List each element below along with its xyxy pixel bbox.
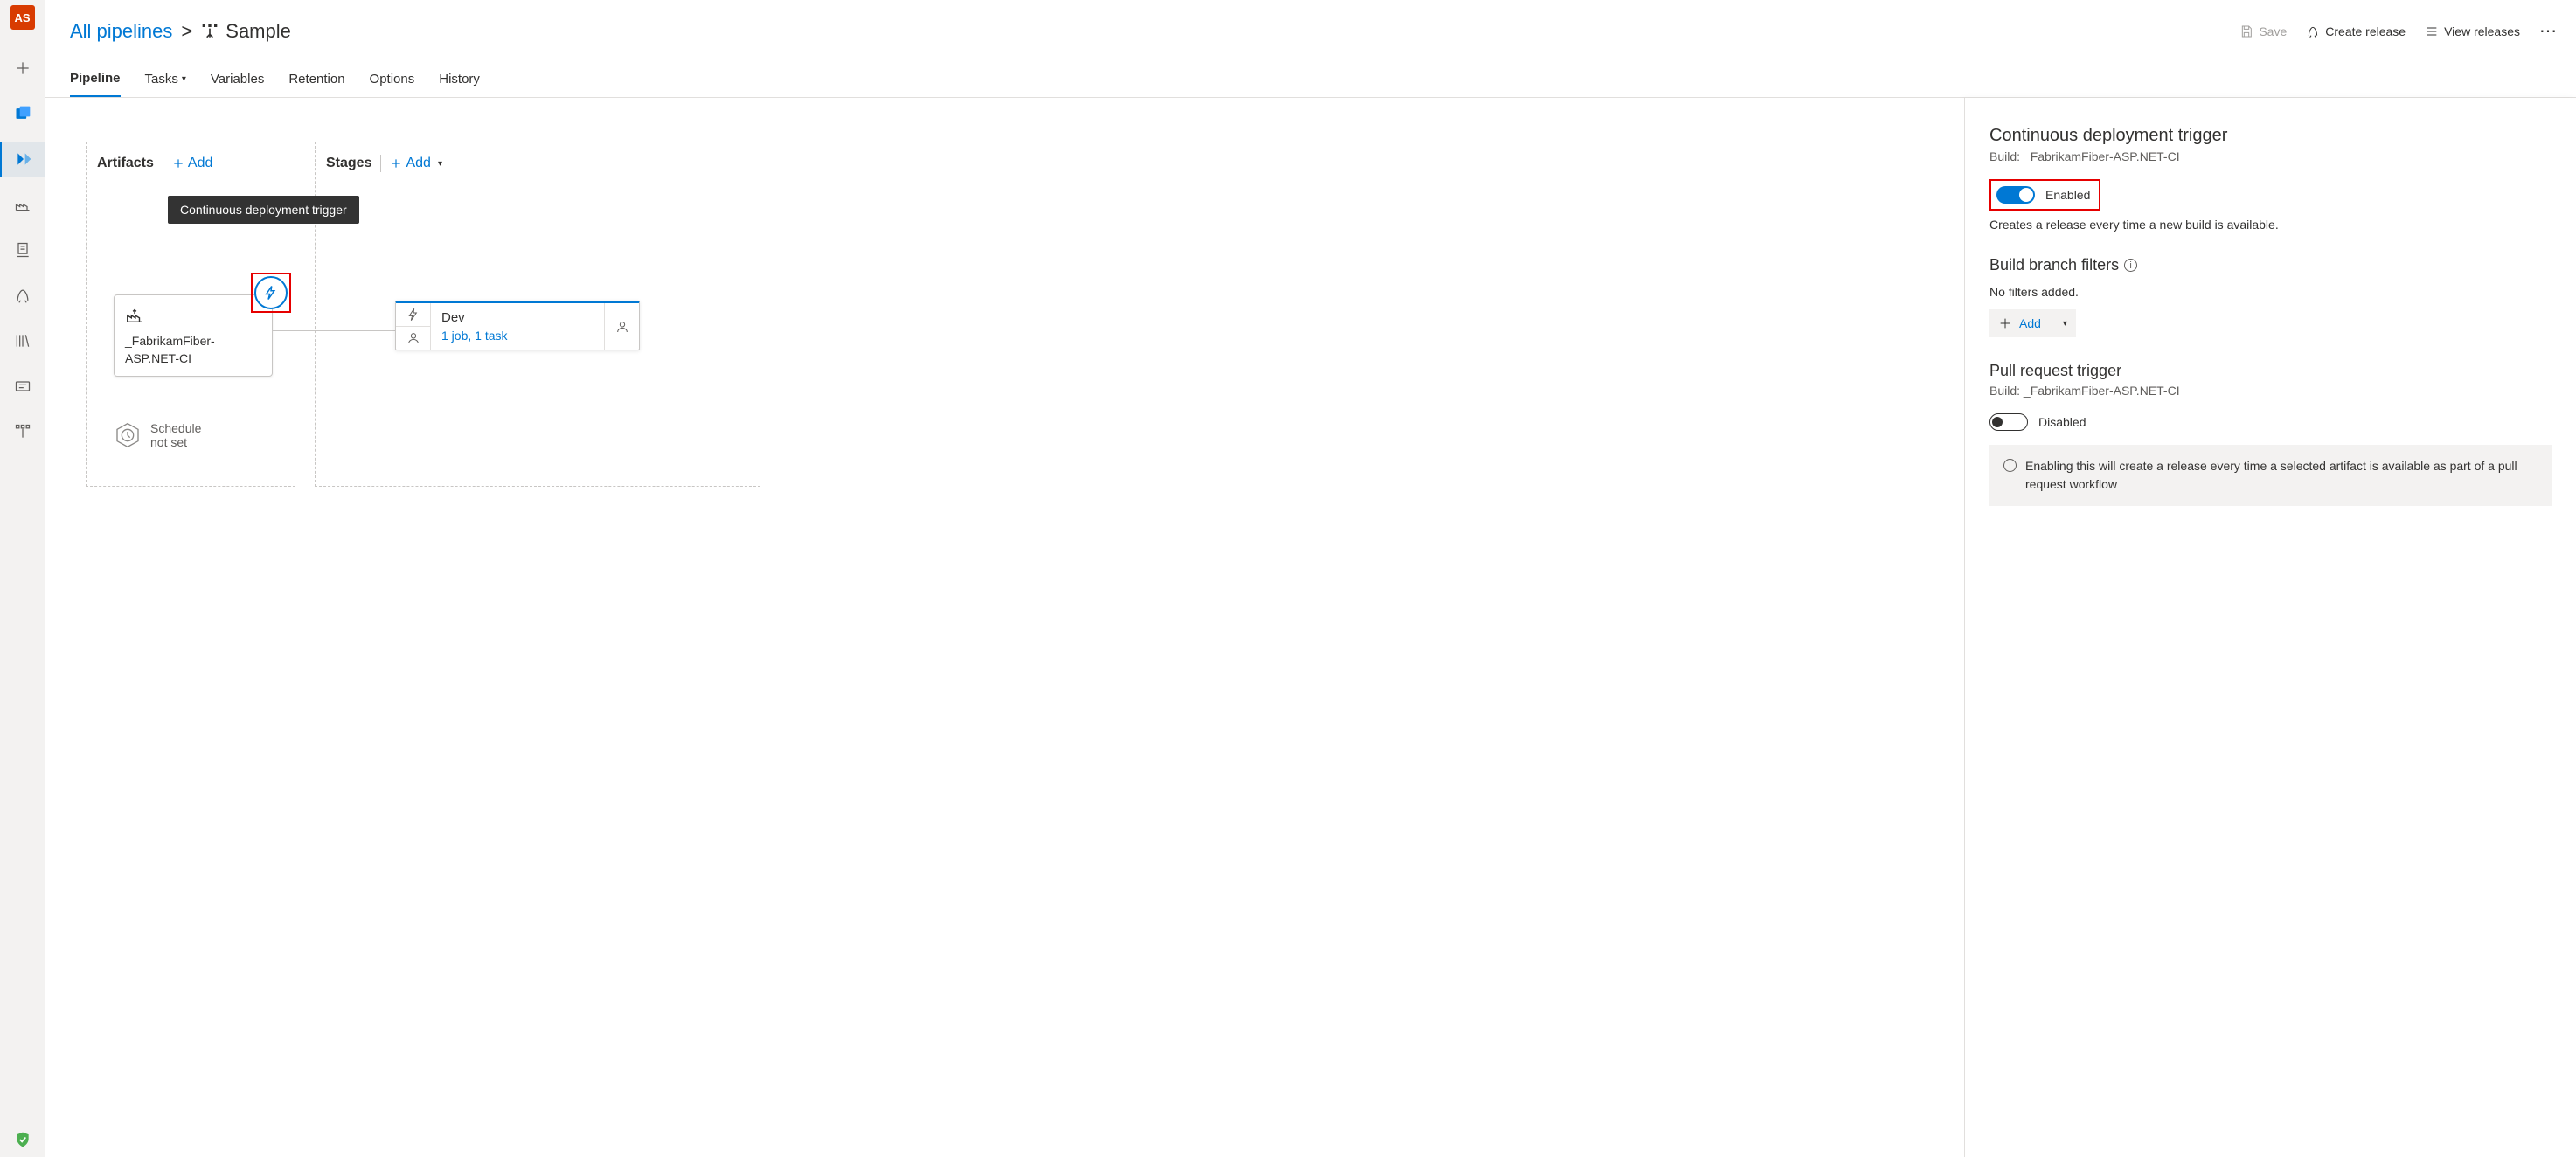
save-button: Save — [2239, 24, 2287, 38]
pr-enabled-toggle[interactable] — [1989, 413, 2028, 431]
lightning-icon — [406, 308, 420, 322]
stage-predeploy-button[interactable] — [396, 303, 430, 327]
chevron-down-icon: ▾ — [2063, 319, 2067, 329]
breadcrumb: All pipelines > Sample — [70, 20, 2231, 43]
cd-enabled-toggle[interactable] — [1996, 186, 2035, 204]
tab-retention[interactable]: Retention — [288, 59, 344, 97]
pr-disabled-label: Disabled — [2038, 415, 2086, 429]
rocket-icon — [2306, 24, 2320, 38]
rail-deployment-groups-icon[interactable] — [0, 414, 45, 449]
chevron-right-icon: > — [181, 20, 192, 43]
person-icon — [406, 331, 420, 345]
list-icon — [2425, 24, 2439, 38]
artifact-name: _FabrikamFiber-ASP.NET-CI — [125, 333, 261, 367]
pipeline-canvas: Artifacts Add Stages — [45, 98, 1964, 1157]
avatar[interactable]: AS — [10, 5, 35, 30]
add-filter-button[interactable]: Add ▾ — [1989, 309, 2076, 337]
highlight-box: Enabled — [1989, 179, 2100, 211]
stage-card[interactable]: Dev 1 job, 1 task — [395, 301, 640, 350]
plus-icon — [172, 157, 184, 170]
stage-approver-button[interactable] — [396, 327, 430, 350]
build-icon — [125, 306, 144, 325]
pr-trigger-heading: Pull request trigger — [1989, 362, 2552, 380]
info-icon[interactable]: i — [2124, 259, 2137, 272]
left-nav-rail: AS — [0, 0, 45, 1157]
clock-hexagon-icon — [114, 421, 142, 449]
tab-pipeline[interactable]: Pipeline — [70, 59, 121, 97]
tabs: Pipeline Tasks▾ Variables Retention Opti… — [45, 59, 2576, 98]
create-release-button[interactable]: Create release — [2306, 24, 2406, 38]
cd-enabled-label: Enabled — [2045, 188, 2090, 202]
save-icon — [2239, 24, 2253, 38]
cd-build-label: Build: _FabrikamFiber-ASP.NET-CI — [1989, 149, 2552, 163]
artifacts-heading: Artifacts — [97, 156, 154, 171]
pr-build-label: Build: _FabrikamFiber-ASP.NET-CI — [1989, 384, 2552, 398]
pr-info-text: Enabling this will create a release ever… — [2025, 457, 2538, 494]
no-filters-text: No filters added. — [1989, 285, 2552, 299]
rail-boards-icon[interactable] — [0, 96, 45, 131]
connector-line — [273, 330, 395, 331]
rail-library-icon[interactable] — [0, 323, 45, 358]
more-actions-button[interactable]: ⋯ — [2539, 20, 2559, 42]
person-icon — [615, 320, 629, 334]
stages-heading: Stages — [326, 156, 371, 171]
tab-history[interactable]: History — [439, 59, 480, 97]
cd-trigger-heading: Continuous deployment trigger — [1989, 126, 2552, 146]
chevron-down-icon: ▾ — [182, 74, 186, 84]
details-panel: Continuous deployment trigger Build: _Fa… — [1964, 98, 2576, 1157]
stage-tasks-link[interactable]: 1 job, 1 task — [441, 329, 594, 343]
rail-shield-icon[interactable] — [0, 1122, 45, 1157]
tooltip: Continuous deployment trigger — [168, 196, 359, 224]
pr-info-box: i Enabling this will create a release ev… — [1989, 445, 2552, 506]
chevron-down-icon: ▾ — [438, 159, 442, 169]
cd-trigger-button[interactable] — [254, 276, 288, 309]
tab-tasks[interactable]: Tasks▾ — [145, 59, 186, 97]
branch-filters-heading: Build branch filters — [1989, 256, 2119, 274]
rail-pipelines-icon[interactable] — [0, 142, 45, 177]
artifact-card[interactable]: _FabrikamFiber-ASP.NET-CI — [114, 294, 273, 377]
add-artifact-button[interactable]: Add — [172, 156, 212, 171]
view-releases-button[interactable]: View releases — [2425, 24, 2520, 38]
plus-icon — [1998, 316, 2012, 330]
add-stage-button[interactable]: Add ▾ — [390, 156, 442, 171]
stage-postdeploy-button[interactable] — [604, 303, 639, 350]
info-icon: i — [2003, 459, 2017, 472]
tab-variables[interactable]: Variables — [211, 59, 264, 97]
schedule-status: not set — [150, 435, 201, 449]
tab-options[interactable]: Options — [370, 59, 415, 97]
rail-factory-icon[interactable] — [0, 187, 45, 222]
rail-rocket-icon[interactable] — [0, 278, 45, 313]
breadcrumb-root[interactable]: All pipelines — [70, 20, 172, 43]
rail-server-icon[interactable] — [0, 232, 45, 267]
cd-helper-text: Creates a release every time a new build… — [1989, 218, 2552, 232]
stage-name: Dev — [441, 310, 594, 325]
plus-icon — [390, 157, 402, 170]
page-header: All pipelines > Sample Save Create relea… — [45, 0, 2576, 59]
page-title: Sample — [226, 20, 291, 43]
lightning-icon — [263, 285, 279, 301]
schedule-card[interactable]: Schedule not set — [114, 421, 201, 449]
schedule-label: Schedule — [150, 421, 201, 435]
rail-add-icon[interactable] — [0, 51, 45, 86]
rail-taskgroups-icon[interactable] — [0, 369, 45, 404]
pipeline-icon — [201, 23, 219, 40]
